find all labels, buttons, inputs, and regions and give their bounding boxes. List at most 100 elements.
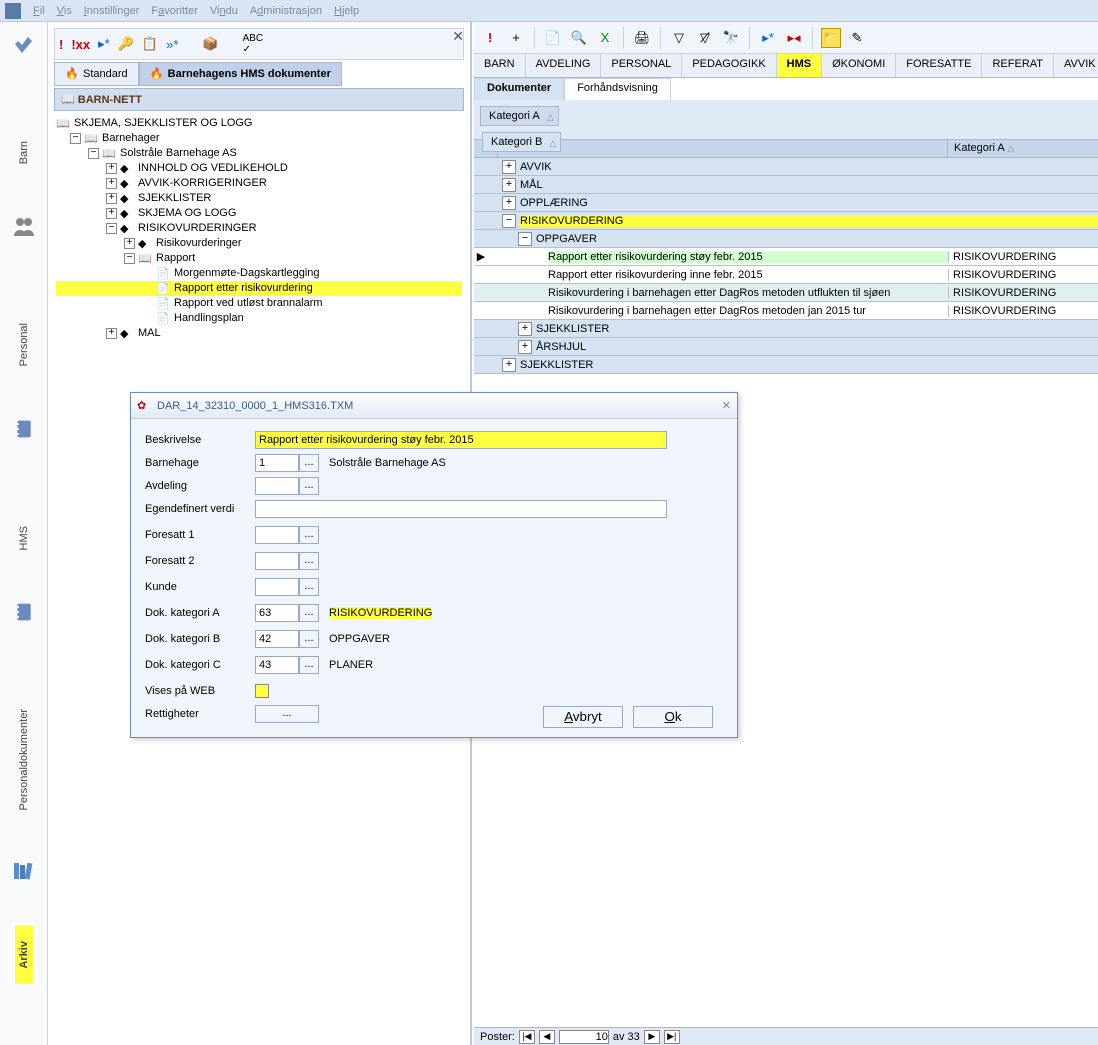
nav-first-icon[interactable]: |◀ (519, 1030, 535, 1044)
grid-data-row[interactable]: Rapport etter risikovurdering inne febr.… (474, 266, 1098, 284)
expander-icon[interactable]: + (106, 208, 117, 219)
grid-group-row[interactable]: +ÅRSHJUL (474, 338, 1098, 356)
main-tab-avvik[interactable]: AVVIK (1054, 54, 1098, 77)
sidebar-tab-personal[interactable]: Personal (15, 303, 33, 386)
menu-vindu[interactable]: Vindu (210, 5, 238, 17)
expander-icon[interactable]: + (106, 328, 117, 339)
grid-group-row[interactable]: −RISIKOVURDERING (474, 212, 1098, 230)
menu-hjelp[interactable]: Hjelp (334, 5, 359, 17)
tab-standard[interactable]: 🔥Standard (54, 62, 139, 86)
expander-icon[interactable]: + (502, 358, 516, 372)
close-icon[interactable]: ✕ (452, 28, 464, 45)
grid-group-row[interactable]: −OPPGAVER (474, 230, 1098, 248)
expander-icon[interactable]: + (518, 322, 532, 336)
copy-icon[interactable]: 📋 (142, 36, 158, 52)
col-kategori-a[interactable]: Kategori A △ (948, 140, 1098, 157)
expander-icon[interactable]: + (124, 238, 135, 249)
ok-button[interactable]: Ok (633, 706, 713, 728)
foresatt1-lookup-button[interactable]: ... (299, 526, 319, 544)
sidebar-tab-arkiv[interactable]: Arkiv (15, 926, 33, 984)
expander-icon[interactable]: + (502, 178, 516, 192)
grid-group-row[interactable]: +SJEKKLISTER (474, 356, 1098, 374)
grid-data-row[interactable]: Risikovurdering i barnehagen etter DagRo… (474, 302, 1098, 320)
tree-sjekk[interactable]: +◆SJEKKLISTER (56, 191, 462, 206)
nav-last-icon[interactable]: ▶| (664, 1030, 680, 1044)
tree-avvik[interactable]: +◆AVVIK-KORRIGERINGER (56, 176, 462, 191)
funnel-icon[interactable]: ▽ (669, 28, 689, 48)
box-icon[interactable]: 📦 (202, 36, 218, 52)
plus-icon[interactable]: + (506, 28, 526, 48)
egendef-input[interactable] (255, 500, 667, 518)
grid-group-row[interactable]: +AVVIK (474, 158, 1098, 176)
dokA-input[interactable] (255, 604, 299, 622)
sidebar-tab-personaldok[interactable]: Personaldokumenter (15, 689, 33, 831)
beskrivelse-input[interactable] (255, 431, 667, 449)
grid-data-row[interactable]: Risikovurdering i barnehagen etter DagRo… (474, 284, 1098, 302)
print-icon[interactable]: 🖨 (632, 28, 652, 48)
menu-administrasjon[interactable]: Administrasjon (250, 5, 322, 17)
current-record-input[interactable] (559, 1030, 609, 1044)
tree-r4[interactable]: 📄Handlingsplan (56, 311, 462, 326)
dokC-lookup-button[interactable]: ... (299, 656, 319, 674)
grid-data-row[interactable]: ▶Rapport etter risikovurdering støy febr… (474, 248, 1098, 266)
dokA-lookup-button[interactable]: ... (299, 604, 319, 622)
nav-prev-icon[interactable]: ◀ (539, 1030, 555, 1044)
tree-mal[interactable]: +◆MAL (56, 326, 462, 341)
tree-risiko-sub[interactable]: +◆Risikovurderinger (56, 236, 462, 251)
avdeling-input[interactable] (255, 477, 299, 495)
tree-r1[interactable]: 📄Morgenmøte-Dagskartlegging (56, 266, 462, 281)
expander-icon[interactable]: − (70, 133, 81, 144)
nav-next-icon[interactable]: ▶ (644, 1030, 660, 1044)
tab-hms-dokumenter[interactable]: 🔥Barnehagens HMS dokumenter (139, 62, 342, 86)
dialog-titlebar[interactable]: ✿ DAR_14_32310_0000_1_HMS316.TXM ✕ (131, 393, 737, 419)
col-dokument[interactable]: Dokument (498, 140, 948, 157)
sidebar-tab-hms[interactable]: HMS (15, 506, 33, 570)
dialog-close-icon[interactable]: ✕ (722, 399, 731, 412)
exclaim-icon[interactable]: ! (480, 28, 500, 48)
expander-icon[interactable]: + (502, 196, 516, 210)
expander-icon[interactable]: + (106, 163, 117, 174)
doc-icon[interactable]: 📄 (543, 28, 563, 48)
exclaim-icon[interactable]: ! (59, 37, 63, 52)
rettigheter-button[interactable]: ... (255, 705, 319, 723)
expander-icon[interactable]: + (106, 193, 117, 204)
dokB-input[interactable] (255, 630, 299, 648)
foresatt2-input[interactable] (255, 552, 299, 570)
main-tab-personal[interactable]: PERSONAL (601, 54, 682, 77)
menu-favoritter[interactable]: Favoritter (151, 5, 197, 17)
flag-icon[interactable]: ▸* (98, 36, 110, 52)
vises-checkbox[interactable] (255, 684, 269, 698)
main-tab-avdeling[interactable]: AVDELING (526, 54, 602, 77)
kunde-input[interactable] (255, 578, 299, 596)
grid-group-row[interactable]: +OPPLÆRING (474, 194, 1098, 212)
expander-icon[interactable]: − (518, 232, 532, 246)
kategori-a-button[interactable]: Kategori A△ (480, 106, 559, 126)
binoculars-icon[interactable]: 🔭 (721, 28, 741, 48)
foresatt1-input[interactable] (255, 526, 299, 544)
barnehage-lookup-button[interactable]: ... (299, 454, 319, 472)
foresatt2-lookup-button[interactable]: ... (299, 552, 319, 570)
main-tab-økonomi[interactable]: ØKONOMI (822, 54, 896, 77)
menu-innstillinger[interactable]: Innstillinger (84, 5, 140, 17)
avbryt-button[interactable]: Avbryt (543, 706, 623, 728)
grid-group-row[interactable]: +MÅL (474, 176, 1098, 194)
folder-icon[interactable]: 📁 (821, 28, 841, 48)
key-icon[interactable]: 🔑 (118, 36, 134, 52)
kategori-b-button[interactable]: Kategori B△ (482, 132, 561, 152)
funnel-clear-icon[interactable]: ▽̸ (695, 28, 715, 48)
menu-vis[interactable]: Vis (57, 5, 72, 17)
tree-risiko[interactable]: −◆RISIKOVURDERINGER (56, 221, 462, 236)
expander-icon[interactable]: − (88, 148, 99, 159)
search-icon[interactable]: 🔍 (569, 28, 589, 48)
pencil-icon[interactable]: ✎ (847, 28, 867, 48)
tree-r2[interactable]: 📄Rapport etter risikovurdering (56, 281, 462, 296)
barnehage-input[interactable] (255, 454, 299, 472)
dokB-lookup-button[interactable]: ... (299, 630, 319, 648)
tree-solstrale[interactable]: −📖Solstråle Barnehage AS (56, 146, 462, 161)
flag-red-icon[interactable]: ▸◂ (784, 28, 804, 48)
main-tab-foresatte[interactable]: FORESATTE (896, 54, 982, 77)
grid-group-row[interactable]: +SJEKKLISTER (474, 320, 1098, 338)
expander-icon[interactable]: − (124, 253, 135, 264)
tree-root[interactable]: 📖SKJEMA, SJEKKLISTER OG LOGG (56, 116, 462, 131)
main-tab-pedagogikk[interactable]: PEDAGOGIKK (682, 54, 776, 77)
